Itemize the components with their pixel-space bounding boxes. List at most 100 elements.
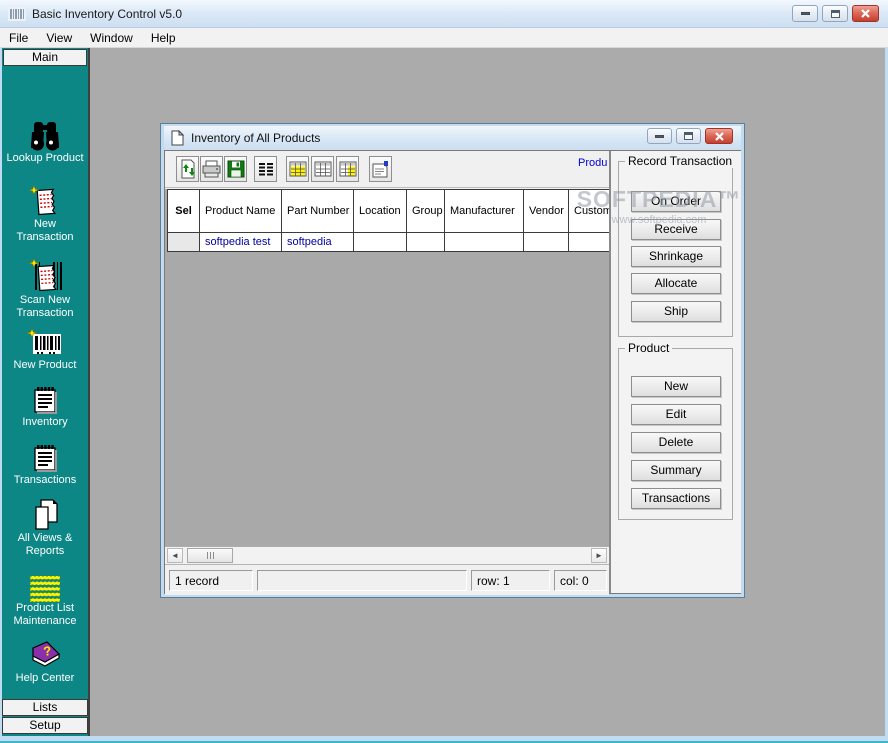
- receipt-new-icon: [28, 184, 62, 218]
- sidebar-item-all-views-reports[interactable]: All Views & Reports: [2, 498, 88, 558]
- inner-maximize-button[interactable]: [676, 128, 701, 144]
- menu-window[interactable]: Window: [81, 29, 142, 47]
- grid-view-mixed-button[interactable]: [336, 156, 359, 182]
- sidebar-item-transactions[interactable]: Transactions: [2, 442, 88, 487]
- sidebar-item-label: Transactions: [14, 474, 77, 487]
- column-header-group[interactable]: Group: [407, 190, 445, 232]
- product-group-title: Product: [625, 341, 672, 355]
- scroll-right-button[interactable]: ►: [591, 548, 607, 563]
- column-header-part-number[interactable]: Part Number: [282, 190, 354, 232]
- delete-product-button[interactable]: Delete: [631, 432, 721, 453]
- menu-file[interactable]: File: [0, 29, 37, 47]
- grid-plain-icon: [314, 161, 332, 177]
- column-header-custom[interactable]: Custom: [569, 190, 609, 232]
- sidebar-item-new-product[interactable]: New Product: [2, 329, 88, 372]
- row-part-number-cell[interactable]: softpedia: [282, 233, 354, 251]
- inner-close-button[interactable]: [705, 128, 733, 144]
- properties-icon: [371, 160, 390, 179]
- product-link[interactable]: Produ: [578, 157, 608, 171]
- on-order-button[interactable]: On Order: [631, 191, 721, 212]
- grid-view-yellow-button[interactable]: [286, 156, 309, 182]
- column-header-location[interactable]: Location: [354, 190, 407, 232]
- scrollbar-thumb[interactable]: [187, 548, 233, 563]
- document-icon: [171, 130, 184, 146]
- minimize-icon: [801, 12, 810, 15]
- row-product-name-cell[interactable]: softpedia test: [200, 233, 282, 251]
- row-group-cell[interactable]: [407, 233, 445, 251]
- title-bar[interactable]: Basic Inventory Control v5.0: [0, 0, 888, 28]
- sidebar-item-label: Transaction: [16, 307, 73, 320]
- table-row[interactable]: softpedia test softpedia: [167, 233, 609, 252]
- sidebar-item-label: Maintenance: [14, 615, 77, 628]
- row-manufacturer-cell[interactable]: [445, 233, 524, 251]
- status-message: [257, 570, 467, 591]
- product-transactions-button[interactable]: Transactions: [631, 488, 721, 509]
- sidebar-item-label: Inventory: [22, 416, 67, 429]
- sidebar-item-label: Help Center: [16, 672, 75, 685]
- new-product-button[interactable]: New: [631, 376, 721, 397]
- sidebar-tab-setup[interactable]: Setup: [2, 717, 88, 734]
- properties-button[interactable]: [369, 156, 392, 182]
- minimize-button[interactable]: [792, 5, 818, 22]
- sidebar-item-product-list-maintenance[interactable]: Product List Maintenance: [2, 574, 88, 628]
- printer-icon: [202, 160, 221, 178]
- print-button[interactable]: [200, 156, 223, 182]
- sidebar-item-label: New Product: [14, 359, 77, 372]
- app-window: Basic Inventory Control v5.0 File View W…: [0, 0, 888, 743]
- save-icon: [227, 160, 245, 178]
- receipt-scan-icon: [27, 258, 63, 294]
- ship-button[interactable]: Ship: [631, 301, 721, 322]
- sidebar-item-label: Scan New: [20, 294, 70, 307]
- sidebar-tab-main[interactable]: Main: [3, 49, 87, 66]
- sidebar-item-help-center[interactable]: ? Help Center: [2, 638, 88, 685]
- sidebar-item-scan-new-transaction[interactable]: Scan New Transaction: [2, 258, 88, 320]
- shrinkage-button[interactable]: Shrinkage: [631, 246, 721, 267]
- grid-yellow-icon: [289, 161, 307, 177]
- sidebar-item-lookup-product[interactable]: Lookup Product: [2, 120, 88, 165]
- menu-view[interactable]: View: [37, 29, 81, 47]
- column-header-sel[interactable]: Sel: [168, 190, 200, 232]
- help-book-icon: ?: [27, 638, 63, 672]
- notepad-icon: [29, 442, 61, 474]
- receive-button[interactable]: Receive: [631, 219, 721, 240]
- save-button[interactable]: [224, 156, 247, 182]
- row-vendor-cell[interactable]: [524, 233, 569, 251]
- barcode-new-icon: [27, 329, 63, 359]
- edit-product-button[interactable]: Edit: [631, 404, 721, 425]
- sidebar-item-new-transaction[interactable]: New Transaction: [2, 184, 88, 244]
- row-sel-cell[interactable]: [168, 233, 200, 251]
- maximize-icon: [831, 10, 840, 18]
- column-header-manufacturer[interactable]: Manufacturer: [445, 190, 524, 232]
- sidebar-tab-lists[interactable]: Lists: [2, 699, 88, 716]
- refresh-button[interactable]: [176, 156, 199, 182]
- allocate-button[interactable]: Allocate: [631, 273, 721, 294]
- grid-view-plain-button[interactable]: [311, 156, 334, 182]
- row-location-cell[interactable]: [354, 233, 407, 251]
- rows-view-icon: [257, 161, 275, 177]
- binoculars-icon: [28, 120, 62, 152]
- sidebar-item-label: All Views &: [18, 532, 73, 545]
- row-custom-cell[interactable]: [569, 233, 609, 251]
- action-panel: Record Transaction On Order Receive Shri…: [611, 151, 741, 593]
- sidebar-item-label: New: [34, 218, 56, 231]
- horizontal-scrollbar[interactable]: ◄ ►: [165, 546, 609, 563]
- maximize-button[interactable]: [822, 5, 848, 22]
- summary-button[interactable]: Summary: [631, 460, 721, 481]
- documents-icon: [29, 498, 61, 532]
- menu-help[interactable]: Help: [142, 29, 185, 47]
- scroll-left-button[interactable]: ◄: [167, 548, 183, 563]
- grid-mixed-icon: [339, 161, 357, 177]
- status-row: row: 1: [471, 570, 550, 591]
- barcode-app-icon: [8, 6, 26, 22]
- sidebar-item-inventory[interactable]: Inventory: [2, 384, 88, 429]
- striped-list-icon: [28, 574, 62, 602]
- rows-view-button[interactable]: [254, 156, 277, 182]
- status-col: col: 0: [554, 570, 607, 591]
- inner-minimize-button[interactable]: [647, 128, 672, 144]
- table-header: Sel Product Name Part Number Location Gr…: [167, 189, 609, 233]
- column-header-vendor[interactable]: Vendor: [524, 190, 569, 232]
- column-header-product-name[interactable]: Product Name: [200, 190, 282, 232]
- close-button[interactable]: [852, 5, 879, 22]
- minimize-icon: [655, 135, 664, 138]
- inventory-window: Inventory of All Products: [160, 123, 745, 598]
